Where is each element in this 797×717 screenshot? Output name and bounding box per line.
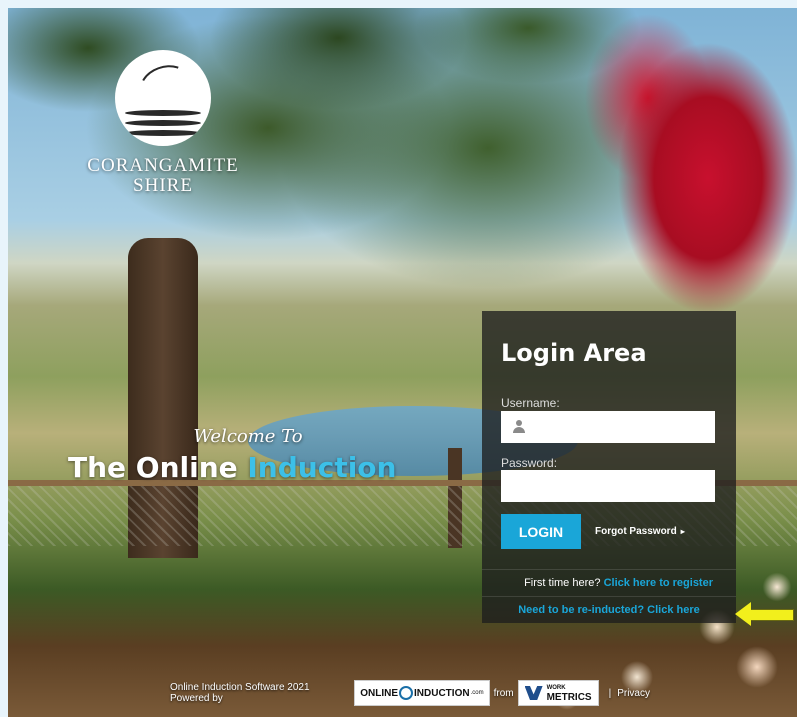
username-label: Username:: [501, 396, 560, 410]
password-input[interactable]: [501, 470, 715, 502]
login-page: CORANGAMITE SHIRE Welcome To The Online …: [0, 0, 797, 717]
user-icon: [513, 420, 525, 434]
workmetrics-logo[interactable]: WORK METRICS: [517, 680, 599, 706]
divider: [482, 596, 736, 597]
chevron-right-icon: ▸: [680, 527, 685, 536]
register-link[interactable]: Click here to register: [604, 577, 713, 589]
login-button[interactable]: LOGIN: [501, 514, 581, 549]
welcome-banner: Welcome To The Online Induction: [68, 426, 408, 484]
privacy-link[interactable]: Privacy: [617, 688, 650, 699]
online-induction-logo[interactable]: ONLINE INDUCTION .com: [354, 680, 490, 706]
welcome-title: The Online Induction: [68, 451, 397, 484]
workmetrics-mark-icon: [524, 686, 543, 700]
bird-logo-icon: [115, 50, 211, 146]
ring-icon: [399, 686, 414, 700]
footer: Online Induction Software 2021 Powered b…: [170, 680, 650, 706]
username-input[interactable]: [501, 411, 715, 443]
forgot-password-link[interactable]: Forgot Password ▸: [595, 526, 685, 537]
yellow-arrow-icon: [735, 602, 794, 626]
organisation-name: CORANGAMITE SHIRE: [87, 155, 239, 196]
welcome-script: Welcome To: [193, 426, 303, 447]
login-heading: Login Area: [501, 339, 647, 367]
organisation-logo: CORANGAMITE SHIRE: [78, 50, 248, 196]
divider: [482, 569, 736, 570]
login-panel: Login Area Username: Password: LOGIN For…: [482, 311, 736, 623]
reinduct-link[interactable]: Need to be re-inducted? Click here: [482, 604, 736, 616]
password-label: Password:: [501, 456, 558, 470]
register-row: First time here? Click here to register: [524, 577, 713, 589]
